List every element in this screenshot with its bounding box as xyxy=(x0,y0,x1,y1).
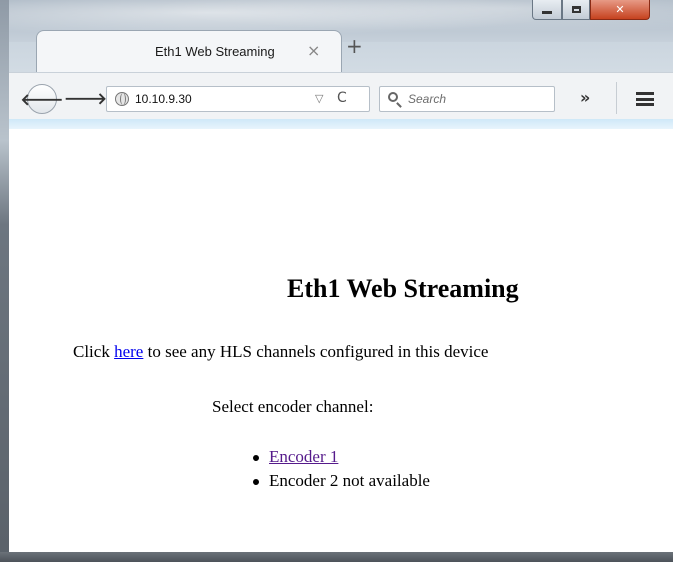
hamburger-menu-icon[interactable] xyxy=(636,92,654,106)
new-tab-button[interactable]: + xyxy=(346,34,363,58)
reload-icon[interactable]: C xyxy=(337,90,347,106)
history-dropdown-icon[interactable]: ▽ xyxy=(315,92,323,105)
url-text[interactable]: 10.10.9.30 xyxy=(135,92,192,106)
search-bar[interactable]: Search xyxy=(379,86,555,112)
toolbar-overflow-button[interactable]: » xyxy=(580,88,590,107)
search-icon xyxy=(388,92,398,102)
browser-window: ✕ Eth1 Web Streaming × + 🡐 🡒 10.10.9.30 … xyxy=(0,0,673,562)
tab-title: Eth1 Web Streaming xyxy=(155,44,275,59)
maximize-button[interactable] xyxy=(562,0,590,20)
toolbar-accent-strip xyxy=(9,119,673,129)
list-item: Encoder 2 not available xyxy=(249,471,430,495)
minimize-button[interactable] xyxy=(532,0,562,20)
bullet-icon xyxy=(253,455,259,461)
select-encoder-label: Select encoder channel: xyxy=(212,397,374,416)
globe-icon xyxy=(115,92,129,106)
list-item: Encoder 1 xyxy=(249,447,430,471)
maximize-icon xyxy=(571,6,581,13)
back-arrow-icon: 🡐 xyxy=(20,90,64,109)
address-bar[interactable]: 10.10.9.30 ▽ C xyxy=(106,86,370,112)
window-frame-bottom xyxy=(0,552,673,562)
tab-active[interactable]: Eth1 Web Streaming × xyxy=(36,30,342,72)
intro-suffix: to see any HLS channels configured in th… xyxy=(143,342,489,361)
toolbar-divider xyxy=(616,82,617,114)
close-icon: ✕ xyxy=(615,3,625,16)
intro-prefix: Click xyxy=(73,342,115,361)
minimize-icon xyxy=(542,11,552,14)
search-placeholder[interactable]: Search xyxy=(408,92,446,106)
window-frame-left xyxy=(0,0,9,562)
forward-button[interactable]: 🡒 xyxy=(64,88,107,108)
hls-channels-link[interactable]: here xyxy=(114,342,143,361)
tab-close-icon[interactable]: × xyxy=(307,41,320,60)
encoder-channel-list: Encoder 1 Encoder 2 not available xyxy=(249,447,430,495)
encoder-2-status: Encoder 2 not available xyxy=(269,471,430,490)
encoder-1-link[interactable]: Encoder 1 xyxy=(269,447,338,466)
forward-arrow-icon: 🡒 xyxy=(64,89,107,108)
bullet-icon xyxy=(253,479,259,485)
window-caption-buttons: ✕ xyxy=(532,0,650,22)
close-window-button[interactable]: ✕ xyxy=(590,0,650,20)
page-content: Eth1 Web Streaming Click here to see any… xyxy=(9,129,673,552)
back-button[interactable]: 🡐 xyxy=(21,84,63,114)
hls-intro-text: Click here to see any HLS channels confi… xyxy=(73,342,488,362)
page-heading: Eth1 Web Streaming xyxy=(287,274,519,303)
